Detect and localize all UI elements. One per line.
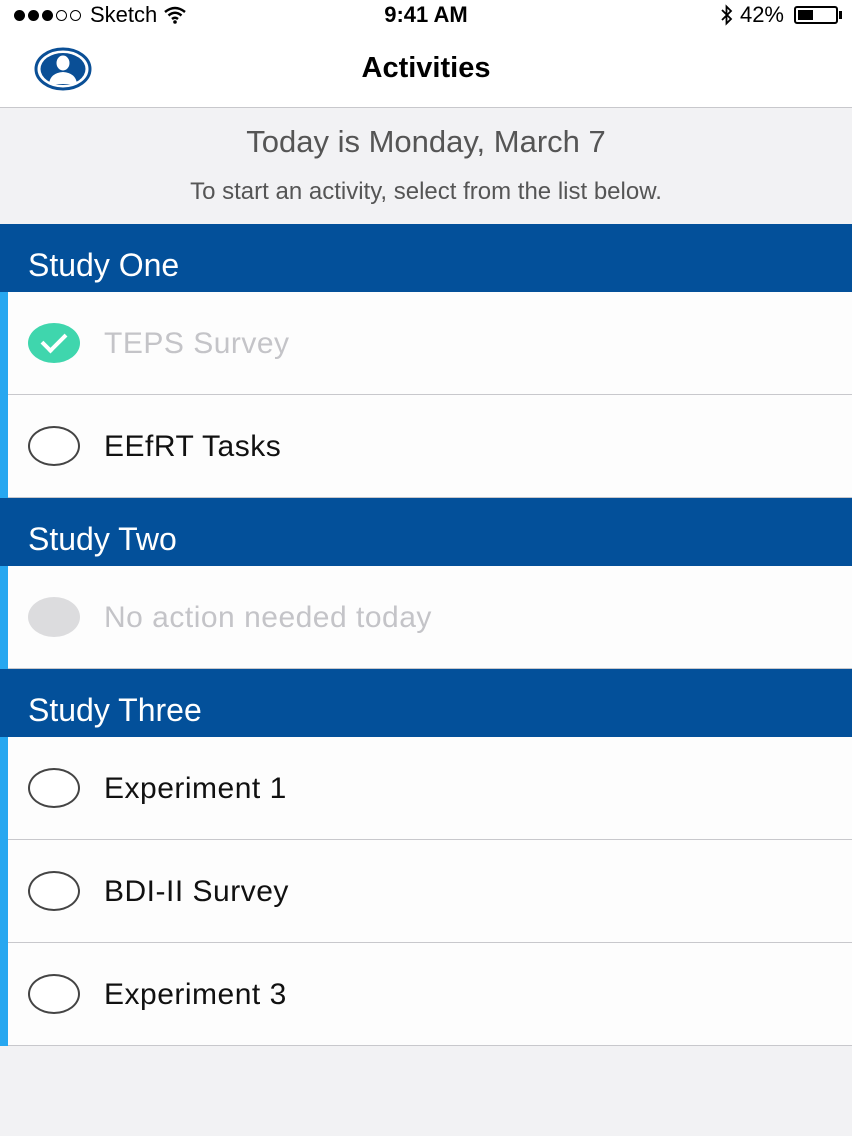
row-accent-bar bbox=[0, 840, 8, 943]
activity-row-no-action: No action needed today bbox=[0, 566, 852, 669]
activity-row-eefrt-tasks[interactable]: EEfRT Tasks bbox=[0, 395, 852, 498]
pending-circle-icon bbox=[28, 768, 80, 808]
today-text: Today is Monday, March 7 bbox=[246, 124, 606, 159]
section-header-study-three: Study Three bbox=[0, 669, 852, 737]
pending-circle-icon bbox=[28, 871, 80, 911]
pending-circle-icon bbox=[28, 974, 80, 1014]
section-header-study-one: Study One bbox=[0, 224, 852, 292]
activity-row-teps-survey[interactable]: TEPS Survey bbox=[0, 292, 852, 395]
battery-percent: 42% bbox=[739, 2, 784, 27]
page-title: Activities bbox=[361, 52, 491, 84]
row-accent-bar bbox=[0, 395, 8, 498]
battery-level-fill bbox=[798, 10, 813, 20]
activity-row-experiment-3[interactable]: Experiment 3 bbox=[0, 943, 852, 1046]
activity-label: EEfRT Tasks bbox=[104, 430, 282, 463]
row-accent-bar bbox=[0, 737, 8, 840]
battery-nub bbox=[839, 11, 842, 19]
bluetooth-icon bbox=[721, 4, 733, 26]
navigation-bar: Activities bbox=[0, 30, 852, 108]
status-bar: Sketch 9:41 AM 42% bbox=[0, 0, 852, 30]
battery-icon bbox=[794, 6, 838, 24]
activity-label: Experiment 1 bbox=[104, 772, 287, 805]
disabled-circle-icon bbox=[28, 597, 80, 637]
date-info: Today is Monday, March 7 To start an act… bbox=[0, 108, 852, 224]
activity-label: Experiment 3 bbox=[104, 978, 287, 1011]
activity-label: TEPS Survey bbox=[104, 327, 290, 360]
completed-check-icon bbox=[28, 323, 80, 363]
section-header-study-two: Study Two bbox=[0, 498, 852, 566]
activity-row-bdi-ii-survey[interactable]: BDI-II Survey bbox=[0, 840, 852, 943]
row-accent-bar bbox=[0, 943, 8, 1046]
pending-circle-icon bbox=[28, 426, 80, 466]
activity-label: No action needed today bbox=[104, 601, 432, 634]
activity-label: BDI-II Survey bbox=[104, 875, 289, 908]
status-right: 42% bbox=[720, 2, 842, 28]
row-accent-bar bbox=[0, 292, 8, 395]
instruction-text: To start an activity, select from the li… bbox=[190, 178, 662, 205]
row-accent-bar bbox=[0, 566, 8, 669]
activity-row-experiment-1[interactable]: Experiment 1 bbox=[0, 737, 852, 840]
